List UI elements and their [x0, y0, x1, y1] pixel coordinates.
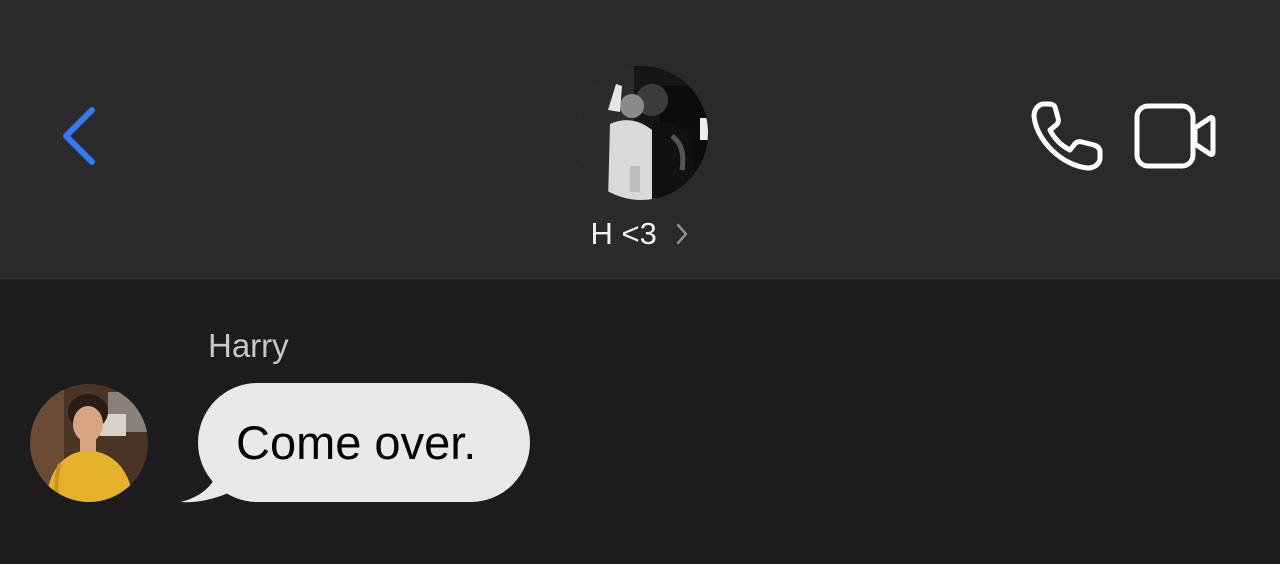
video-call-button[interactable]	[1134, 100, 1216, 172]
conversation-header: H <3	[0, 0, 1280, 279]
contact-avatar[interactable]	[574, 66, 708, 200]
audio-call-button[interactable]	[1030, 100, 1104, 172]
back-button[interactable]	[58, 104, 102, 168]
message-text: Come over.	[236, 416, 477, 469]
sender-avatar[interactable]	[30, 384, 148, 502]
message-bubble[interactable]: Come over.	[198, 383, 531, 502]
message-bubble-wrapper: Come over.	[176, 383, 546, 505]
phone-icon	[1031, 101, 1103, 171]
contact-photo	[574, 66, 708, 200]
sender-name: Harry	[208, 327, 289, 364]
chevron-left-icon	[63, 107, 95, 165]
contact-name-button[interactable]: H <3	[0, 214, 1280, 256]
chevron-right-icon	[675, 216, 689, 256]
video-camera-icon	[1134, 103, 1216, 169]
sender-photo	[30, 384, 148, 502]
contact-name: H <3	[590, 216, 657, 251]
